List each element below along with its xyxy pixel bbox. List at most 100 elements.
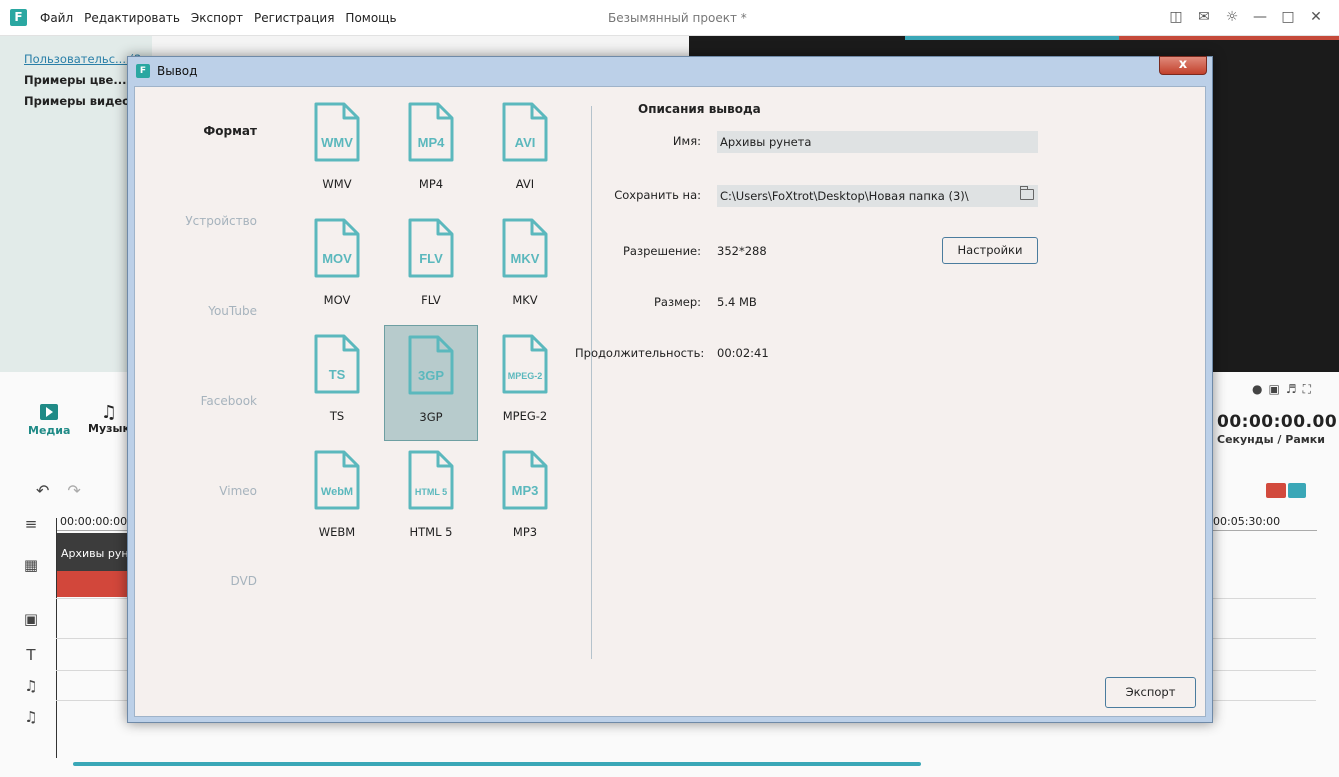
format-icon-text: MPEG-2 [508,371,543,381]
format-option[interactable]: MPEG-2 MPEG-2 [478,325,572,441]
file-format-icon: 3GP [408,335,454,395]
format-option[interactable]: MP3 MP3 [478,441,572,557]
file-format-icon: MPEG-2 [502,334,548,394]
feedback-icon[interactable]: ✉ [1195,8,1213,26]
resolution-label: Разрешение: [622,244,701,258]
file-format-icon: MP3 [502,450,548,510]
video-track-icon: ▦ [23,556,39,574]
format-label: HTML 5 [409,525,453,539]
save-path-text: C:\Users\FoXtrot\Desktop\Новая папка (3)… [720,189,969,203]
save-label: Сохранить на: [614,188,701,202]
menu-edit[interactable]: Редактировать [84,11,180,25]
music-icon: ♫ [100,402,118,423]
format-option[interactable]: 3GP 3GP [384,325,478,441]
timecode-mode[interactable]: Секунды / Рамки [1217,433,1325,446]
redo-icon[interactable]: ↷ [67,481,80,500]
format-label: MOV [323,293,351,307]
music-track-icon: ♫ [24,708,38,726]
video-clip[interactable]: Архивы руне [57,533,127,597]
format-icon-text: MP3 [512,483,539,498]
name-field[interactable]: Архивы рунета [717,131,1038,153]
camera-icon[interactable]: ▣ [1268,382,1279,397]
ruler-start-time: 00:00:00:00 [60,515,128,528]
tab-music[interactable]: ♫ Музык [88,402,130,436]
save-icon[interactable]: ◫ [1167,8,1185,26]
duration-value: 00:02:41 [717,346,769,360]
file-format-icon: WebM [314,450,360,510]
save-path-field[interactable]: C:\Users\FoXtrot\Desktop\Новая папка (3)… [717,185,1038,207]
audio-waveform [57,571,127,597]
category-dvd[interactable]: DVD [137,574,257,588]
render-button[interactable] [1266,483,1286,498]
duration-label: Продолжительность: [575,346,705,360]
export-dialog: F Вывод x Формат Устройство YouTube Face… [127,56,1213,723]
file-format-icon: MP4 [408,102,454,162]
format-option[interactable]: TS TS [290,325,384,441]
format-icon-text: TS [329,367,346,382]
image-track-icon: ▣ [23,610,39,628]
category-format[interactable]: Формат [137,124,257,138]
size-value: 5.4 MB [717,295,757,309]
format-option[interactable]: AVI AVI [478,93,572,209]
media-icon [40,404,59,420]
format-icon-text: AVI [515,135,536,150]
ruler-end-time: 00:05:30:00 [1213,515,1281,528]
format-option[interactable]: FLV FLV [384,209,478,325]
format-option[interactable]: MKV MKV [478,209,572,325]
preview-strip-teal [905,36,1119,40]
file-format-icon: FLV [408,218,454,278]
format-option[interactable]: MP4 MP4 [384,93,478,209]
app-titlebar: F Файл Редактировать Экспорт Регистрация… [0,0,1339,36]
dialog-titlebar: F Вывод x [128,56,1212,85]
file-format-icon: HTML 5 [408,450,454,510]
format-label: AVI [515,177,535,191]
format-icon-text: MKV [511,251,540,266]
timeline-scrollbar[interactable] [73,762,921,766]
file-format-icon: WMV [314,102,360,162]
close-icon[interactable]: ✕ [1307,8,1325,26]
name-label: Имя: [672,134,701,148]
format-icon-text: WMV [321,135,353,150]
file-format-icon: MOV [314,218,360,278]
export-button[interactable]: Экспорт [1105,677,1196,708]
menu-register[interactable]: Регистрация [254,11,334,25]
format-icon-text: 3GP [418,368,444,383]
library-item-custom[interactable]: Пользовательс... (2 [24,52,141,66]
volume-icon[interactable]: ♬ [1286,382,1297,397]
microphone-icon[interactable]: ● [1252,382,1262,397]
preview-timecode: 00:00:00.00 [1217,412,1338,432]
preview-strip-red [1119,36,1339,40]
dialog-logo: F [136,64,150,78]
add-track-icon[interactable]: ≡ [22,515,40,533]
category-device[interactable]: Устройство [137,214,257,228]
format-label: FLV [421,293,441,307]
format-option[interactable]: WebM WEBM [290,441,384,557]
undo-icon[interactable]: ↶ [36,481,49,500]
tab-media[interactable]: Медиа [28,404,70,437]
category-youtube[interactable]: YouTube [137,304,257,318]
folder-icon[interactable] [1020,186,1034,200]
format-label: 3GP [419,410,443,424]
format-option[interactable]: WMV WMV [290,93,384,209]
layout-button[interactable] [1288,483,1306,498]
category-facebook[interactable]: Facebook [137,394,257,408]
format-icon-text: FLV [419,251,443,266]
project-title: Безымянный проект * [608,11,747,25]
format-label: MPEG-2 [502,409,548,423]
format-option[interactable]: MOV MOV [290,209,384,325]
dialog-close-button[interactable]: x [1159,56,1207,75]
settings-button[interactable]: Настройки [942,237,1038,264]
format-option[interactable]: HTML 5 HTML 5 [384,441,478,557]
maximize-icon[interactable]: □ [1279,8,1297,26]
menu-file[interactable]: Файл [40,11,73,25]
minimize-icon[interactable]: — [1251,8,1269,26]
titlebar-icons: ◫ ✉ ☼ — □ ✕ [1167,8,1325,26]
output-section-title: Описания вывода [638,102,761,116]
category-vimeo[interactable]: Vimeo [137,484,257,498]
size-label: Размер: [653,295,701,309]
fullscreen-icon[interactable]: ⛶ [1303,382,1311,397]
menu-help[interactable]: Помощь [345,11,396,25]
menu-export[interactable]: Экспорт [191,11,243,25]
dialog-title: Вывод [157,64,198,78]
theme-icon[interactable]: ☼ [1223,8,1241,26]
